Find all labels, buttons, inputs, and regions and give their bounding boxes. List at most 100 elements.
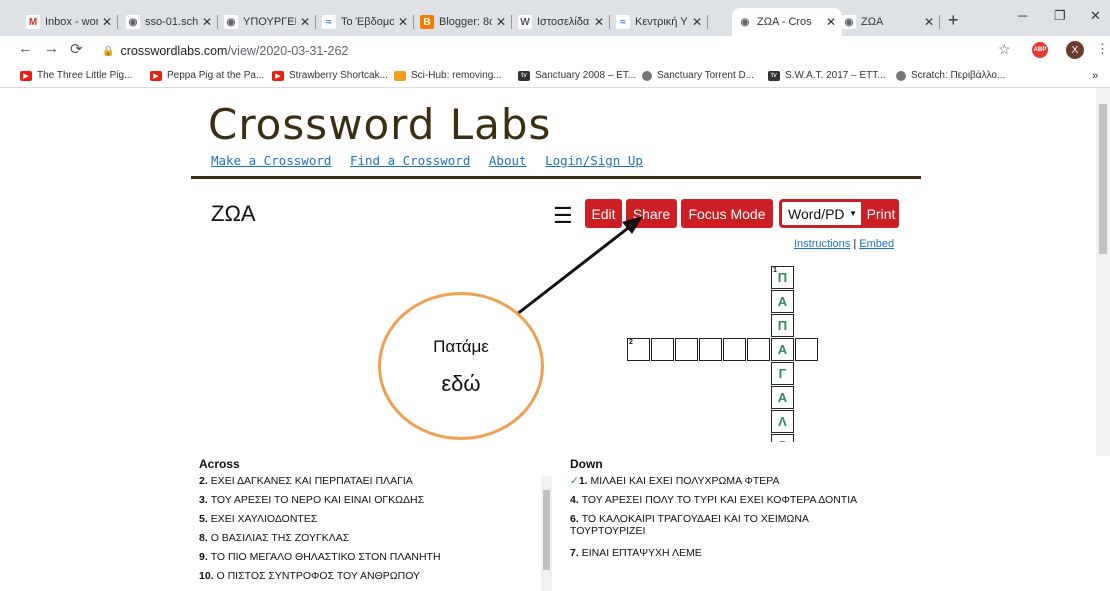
grid-cell[interactable]: Α [771, 386, 794, 409]
grid-cell[interactable]: Α [771, 290, 794, 313]
clue-item[interactable]: 10. Ο ΠΙΣΤΟΣ ΣΥΝΤΡΟΦΟΣ ΤΟΥ ΑΝΘΡΩΠΟΥ [199, 570, 529, 582]
share-button[interactable]: Share [626, 199, 677, 228]
nav-login[interactable]: Login/Sign Up [545, 153, 643, 168]
nav-about[interactable]: About [489, 153, 527, 168]
browser-tab[interactable]: B Blogger: 8ο ✕ [414, 8, 512, 36]
tab-close-icon[interactable]: ✕ [826, 15, 836, 29]
nav-make-crossword[interactable]: Make a Crossword [211, 153, 331, 168]
grid-cell[interactable]: 1Π [771, 266, 794, 289]
bookmark-label: Sanctuary 2008 – ET... [535, 70, 637, 81]
tab-close-icon[interactable]: ✕ [692, 15, 702, 29]
web-icon: ≈ [616, 15, 630, 29]
tab-close-icon[interactable]: ✕ [202, 15, 212, 29]
clue-item[interactable]: 2. ΕΧΕΙ ΔΑΓΚΑΝΕΣ ΚΑΙ ΠΕΡΠΑΤΑΕΙ ΠΛΑΓΙΑ [199, 475, 529, 487]
edit-button[interactable]: Edit [585, 199, 622, 228]
browser-tab[interactable]: M Inbox - wor ✕ [20, 8, 118, 36]
star-icon[interactable]: ☆ [998, 41, 1011, 58]
clues-scrollbar[interactable] [541, 476, 552, 591]
clue-number: 6. [570, 513, 582, 525]
arrow-line [511, 223, 633, 320]
reload-icon[interactable]: ⟳ [70, 40, 83, 58]
nav-find-crossword[interactable]: Find a Crossword [350, 153, 470, 168]
close-window-icon[interactable]: ✕ [1090, 8, 1101, 24]
grid-cell[interactable] [699, 338, 722, 361]
check-icon: ✓ [570, 475, 579, 487]
grid-cell[interactable] [723, 338, 746, 361]
clue-text: Ο ΒΑΣΙΛΙΑΣ ΤΗΣ ΖΟΥΓΚΛΑΣ [210, 532, 350, 544]
adblock-icon[interactable]: ABP [1032, 42, 1048, 58]
globe-icon [896, 70, 906, 81]
focus-mode-button[interactable]: Focus Mode [681, 199, 773, 228]
embed-link[interactable]: Embed [859, 238, 894, 250]
clue-item[interactable]: 4. ΤΟΥ ΑΡΕΣΕΙ ΠΟΛΥ ΤΟ ΤΥΡΙ ΚΑΙ ΕΧΕΙ ΚΟΦΤ… [570, 494, 870, 506]
browser-tab[interactable]: ◉ sso-01.scha ✕ [120, 8, 218, 36]
url-domain: crosswordlabs.com [120, 44, 228, 58]
grid-cell[interactable]: Ο [771, 434, 794, 442]
page-scrollbar[interactable] [1096, 88, 1110, 456]
grid-cell[interactable]: Γ [771, 362, 794, 385]
site-logo[interactable]: Crossword Labs [208, 100, 551, 149]
browser-tab[interactable]: ◉ ΥΠΟΥΡΓΕΙΟ ✕ [218, 8, 316, 36]
grid-cell[interactable] [795, 338, 818, 361]
browser-tab[interactable]: W Ιστοσελίδα ✕ [512, 8, 610, 36]
browser-tab[interactable]: ≈ Κεντρική Υπ ✕ [610, 8, 708, 36]
cell-letter: Γ [778, 366, 787, 381]
grid-cell[interactable] [747, 338, 770, 361]
clue-item[interactable]: 5. ΕΧΕΙ ΧΑΥΛΙΟΔΟΝΤΕΣ [199, 513, 529, 525]
clue-item[interactable]: 9. ΤΟ ΠΙΟ ΜΕΓΑΛΟ ΘΗΛΑΣΤΙΚΟ ΣΤΟΝ ΠΛΑΝΗΤΗ [199, 551, 529, 563]
back-icon[interactable]: ← [18, 40, 33, 57]
clue-item[interactable]: 8. Ο ΒΑΣΙΛΙΑΣ ΤΗΣ ΖΟΥΓΚΛΑΣ [199, 532, 529, 544]
clue-text: ΤΟΥ ΑΡΕΣΕΙ ΤΟ ΝΕΡΟ ΚΑΙ ΕΙΝΑΙ ΟΓΚΩΔΗΣ [210, 494, 425, 506]
format-select[interactable]: Word/PDF ▼ [779, 199, 864, 228]
clue-item[interactable]: 6. ΤΟ ΚΑΛΟΚΑΙΡΙ ΤΡΑΓΟΥΔΑΕΙ ΚΑΙ ΤΟ ΧΕΙΜΩΝ… [570, 513, 870, 537]
grid-cell[interactable]: Λ [771, 410, 794, 433]
instructions-link[interactable]: Instructions [794, 238, 850, 250]
tab-close-icon[interactable]: ✕ [594, 15, 604, 29]
address-bar[interactable]: 🔒 crosswordlabs.com/view/2020-03-31-262 [102, 40, 1022, 62]
minimize-icon[interactable]: ─ [1018, 8, 1027, 23]
grid-cell[interactable] [675, 338, 698, 361]
bookmark-item[interactable]: ▶ Strawberry Shortcak... [272, 70, 388, 81]
print-button[interactable]: Print [863, 199, 899, 228]
forward-icon[interactable]: → [44, 40, 59, 57]
bookmark-item[interactable]: tv Sanctuary 2008 – ET... [518, 70, 636, 81]
browser-tab[interactable]: ◉ ΖΩΑ ✕ [836, 8, 940, 36]
help-links: Instructions | Embed [794, 238, 895, 250]
tab-close-icon[interactable]: ✕ [102, 15, 112, 29]
globe-icon: ◉ [842, 15, 856, 29]
menu-kebab-icon[interactable]: ⋮ [1096, 41, 1109, 57]
bookmark-item[interactable]: tv S.W.A.T. 2017 – ETT... [768, 70, 886, 81]
bookmark-item[interactable]: Scratch: Περιβάλλο... [896, 70, 1005, 81]
tab-close-icon[interactable]: ✕ [300, 15, 310, 29]
new-tab-button[interactable]: + [948, 10, 959, 31]
hamburger-menu-icon[interactable]: ☰ [553, 203, 573, 229]
clue-item[interactable]: ✓1. ΜΙΛΑΕΙ ΚΑΙ ΕΧΕΙ ΠΟΛΥΧΡΩΜΑ ΦΤΕΡΑ [570, 475, 870, 487]
clue-item[interactable]: 7. ΕΙΝΑΙ ΕΠΤΑΨΥΧΗ ΛΕΜΕ [570, 547, 870, 559]
grid-cell[interactable]: 2 [627, 338, 650, 361]
bookmark-item[interactable]: ▶ The Three Little Pig... [20, 70, 132, 81]
grid-cell[interactable]: Π [771, 314, 794, 337]
more-bookmarks-icon[interactable]: » [1092, 70, 1098, 82]
bookmark-item[interactable]: Sci-Hub: removing... [394, 70, 502, 81]
browser-tab[interactable]: ◉ ΖΩΑ - Cros ✕ [732, 8, 842, 36]
maximize-icon[interactable]: ❐ [1054, 8, 1066, 24]
cell-letter: Ο [772, 438, 793, 442]
bookmark-item[interactable]: ▶ Peppa Pig at the Pa... [150, 70, 264, 81]
grid-cell[interactable] [651, 338, 674, 361]
bookmark-label: Peppa Pig at the Pa... [167, 70, 265, 81]
tab-close-icon[interactable]: ✕ [496, 15, 506, 29]
clue-item[interactable]: 3. ΤΟΥ ΑΡΕΣΕΙ ΤΟ ΝΕΡΟ ΚΑΙ ΕΙΝΑΙ ΟΓΚΩΔΗΣ [199, 494, 529, 506]
profile-avatar-icon[interactable]: X [1066, 41, 1084, 59]
grid-cell[interactable]: Α [771, 338, 794, 361]
globe-icon: ◉ [224, 15, 238, 29]
tab-close-icon[interactable]: ✕ [924, 15, 934, 29]
tab-close-icon[interactable]: ✕ [398, 15, 408, 29]
w-icon: W [518, 15, 532, 29]
browser-tab[interactable]: ≈ Το Έβδομο ✕ [316, 8, 414, 36]
clue-number: 1. [578, 475, 591, 487]
cell-letter: Π [777, 318, 788, 333]
bookmark-label: S.W.A.T. 2017 – ETT... [785, 70, 886, 81]
clue-number: 2. [199, 475, 211, 487]
tab-label: Το Έβδομο [341, 16, 394, 28]
bookmark-item[interactable]: Sanctuary Torrent D... [642, 70, 754, 81]
